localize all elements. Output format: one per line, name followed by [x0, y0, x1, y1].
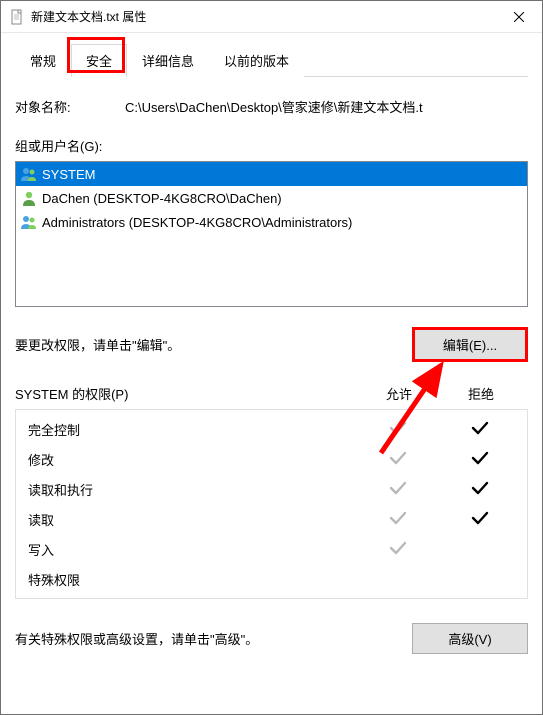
- permission-row: 修改: [28, 444, 521, 474]
- check-icon: [389, 481, 407, 498]
- allow-cell: [357, 421, 439, 438]
- permission-row: 写入: [28, 534, 521, 564]
- properties-dialog: 新建文本文档.txt 属性 常规 安全 详细信息 以前的版本 对象名称: C:\…: [0, 0, 543, 715]
- list-item-label: DaChen (DESKTOP-4KG8CRO\DaChen): [42, 191, 282, 206]
- deny-cell: [439, 451, 521, 468]
- tab-general[interactable]: 常规: [15, 44, 71, 77]
- permission-name: 写入: [28, 540, 357, 559]
- tab-strip: 常规 安全 详细信息 以前的版本: [15, 43, 528, 77]
- allow-cell: [357, 481, 439, 498]
- check-icon: [389, 421, 407, 438]
- permission-row: 特殊权限: [28, 564, 521, 594]
- object-name-row: 对象名称: C:\Users\DaChen\Desktop\管家速修\新建文本文…: [15, 97, 528, 116]
- permission-name: 修改: [28, 450, 357, 469]
- deny-cell: [439, 421, 521, 438]
- permissions-header: SYSTEM 的权限(P) 允许 拒绝: [15, 384, 528, 403]
- check-icon: [471, 481, 489, 498]
- edit-row: 要更改权限，请单击"编辑"。 编辑(E)...: [15, 327, 528, 362]
- check-icon: [471, 451, 489, 468]
- window-title: 新建文本文档.txt 属性: [31, 8, 496, 25]
- content-area: 常规 安全 详细信息 以前的版本 对象名称: C:\Users\DaChen\D…: [1, 33, 542, 714]
- advanced-hint: 有关特殊权限或高级设置，请单击"高级"。: [15, 629, 412, 648]
- tab-previous[interactable]: 以前的版本: [209, 44, 304, 77]
- file-icon: [9, 9, 25, 25]
- check-icon: [389, 451, 407, 468]
- edit-hint: 要更改权限，请单击"编辑"。: [15, 335, 412, 354]
- check-icon: [471, 511, 489, 528]
- group-icon: [20, 213, 38, 231]
- object-name-value: C:\Users\DaChen\Desktop\管家速修\新建文本文档.t: [125, 97, 528, 116]
- check-icon: [389, 541, 407, 558]
- allow-header: 允许: [358, 384, 440, 403]
- deny-cell: [439, 481, 521, 498]
- deny-cell: [439, 511, 521, 528]
- group-icon: [20, 165, 38, 183]
- close-button[interactable]: [496, 1, 542, 33]
- check-icon: [389, 511, 407, 528]
- permission-name: 特殊权限: [28, 570, 357, 589]
- permissions-table: 完全控制修改读取和执行读取写入特殊权限: [15, 409, 528, 599]
- tab-details[interactable]: 详细信息: [127, 44, 209, 77]
- list-item[interactable]: Administrators (DESKTOP-4KG8CRO\Administ…: [16, 210, 527, 234]
- permission-name: 读取: [28, 510, 357, 529]
- groups-label: 组或用户名(G):: [15, 136, 528, 155]
- allow-cell: [357, 451, 439, 468]
- permissions-header-label: SYSTEM 的权限(P): [15, 384, 358, 403]
- tab-security[interactable]: 安全: [71, 44, 127, 77]
- edit-button[interactable]: 编辑(E)...: [412, 327, 528, 362]
- deny-header: 拒绝: [440, 384, 522, 403]
- object-name-label: 对象名称:: [15, 97, 125, 116]
- permission-row: 读取: [28, 504, 521, 534]
- permission-row: 完全控制: [28, 414, 521, 444]
- advanced-row: 有关特殊权限或高级设置，请单击"高级"。 高级(V): [15, 623, 528, 654]
- permission-row: 读取和执行: [28, 474, 521, 504]
- permission-name: 读取和执行: [28, 480, 357, 499]
- check-icon: [471, 421, 489, 438]
- permission-name: 完全控制: [28, 420, 357, 439]
- list-item[interactable]: SYSTEM: [16, 162, 527, 186]
- list-item[interactable]: DaChen (DESKTOP-4KG8CRO\DaChen): [16, 186, 527, 210]
- titlebar: 新建文本文档.txt 属性: [1, 1, 542, 33]
- allow-cell: [357, 511, 439, 528]
- advanced-button[interactable]: 高级(V): [412, 623, 528, 654]
- allow-cell: [357, 541, 439, 558]
- list-item-label: SYSTEM: [42, 167, 95, 182]
- user-icon: [20, 189, 38, 207]
- list-item-label: Administrators (DESKTOP-4KG8CRO\Administ…: [42, 215, 352, 230]
- groups-listbox[interactable]: SYSTEM DaChen (DESKTOP-4KG8CRO\DaChen) Adm…: [15, 161, 528, 307]
